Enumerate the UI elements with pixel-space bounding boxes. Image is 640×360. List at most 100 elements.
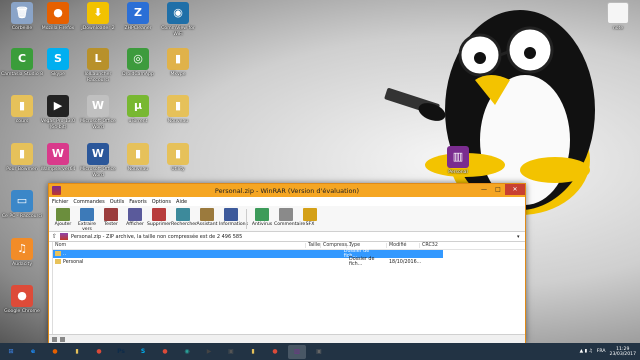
toolbar-button[interactable]: Afficher <box>123 208 147 227</box>
explorer-icon[interactable]: ▮ <box>68 345 86 359</box>
ie-icon[interactable]: e <box>24 345 42 359</box>
menu-item[interactable]: Commandes <box>73 199 104 205</box>
taskbar-glyph: ● <box>52 348 58 355</box>
camtasia-icon: C <box>11 48 33 70</box>
winrar-window[interactable]: Personal.zip - WinRAR (Version d'évaluat… <box>48 183 526 343</box>
toolbar-button[interactable]: Extraire vers <box>75 208 99 232</box>
view-icon <box>128 208 142 221</box>
cell-name-text: .. <box>63 252 67 257</box>
toolbar-button[interactable]: Informations <box>219 208 248 227</box>
minimize-icon[interactable]: — <box>477 184 491 195</box>
desktop-icon[interactable]: W Microsoft Office Word <box>76 143 120 179</box>
clock[interactable]: 11:29 23/03/2017 <box>610 347 636 357</box>
desktop-icon[interactable]: Z ZHPCleaner <box>116 2 160 32</box>
toolbar-button[interactable]: Assistant <box>195 208 219 227</box>
table-row[interactable]: Personal Dossier de fich... 18/10/2016... <box>53 257 525 267</box>
desktop-icon[interactable]: ⬇ JDownloader 2 <box>76 2 120 32</box>
desktop-icon[interactable]: ▮ Mkvpe <box>156 48 200 78</box>
chrome-icon[interactable]: ● <box>266 345 284 359</box>
app-icon[interactable]: ▣ <box>310 345 328 359</box>
winrar-icon[interactable]: ▥ <box>288 344 306 359</box>
menu-item[interactable]: Aide <box>176 199 187 205</box>
toolbar-button[interactable]: Supprimer <box>147 208 171 227</box>
toolbar-button[interactable]: Tester <box>99 208 123 227</box>
desktop-icon[interactable]: ▭ Ce PC - Raccourci <box>0 190 44 220</box>
menu-item[interactable]: Fichier <box>52 199 68 205</box>
chrome-icon[interactable]: ● <box>90 345 108 359</box>
app-icon[interactable]: ◉ <box>178 345 196 359</box>
skype-icon[interactable]: S <box>134 345 152 359</box>
clock-date: 23/03/2017 <box>609 351 636 357</box>
close-icon[interactable]: ✕ <box>505 184 525 195</box>
firefox-icon: ● <box>47 2 69 24</box>
media-icon[interactable]: ▶ <box>200 345 218 359</box>
menu-item[interactable]: Favoris <box>129 199 147 205</box>
taskbar-glyph: Ps <box>117 348 125 355</box>
folder-icon: ▮ <box>11 143 33 165</box>
audacity-icon: ♫ <box>11 238 33 260</box>
utorrent-icon: µ <box>127 95 149 117</box>
column-header-size[interactable]: Taille <box>306 243 321 248</box>
desktop-icon[interactable]: ▶ Vegas Pro 13.0 (64-bit) <box>36 95 80 131</box>
chrome-icon: ● <box>11 285 33 307</box>
vegas-icon: ▶ <box>47 95 69 117</box>
desktop-icon[interactable]: µ uTorrent <box>116 95 160 125</box>
desktop-icon[interactable]: ▮ Nouveau <box>116 143 160 173</box>
wampserver-icon: W <box>47 143 69 165</box>
desktop-icon[interactable]: S Skype <box>36 48 80 78</box>
chrome-icon[interactable]: ● <box>156 345 174 359</box>
firefox-icon[interactable]: ● <box>46 345 64 359</box>
desktop-icon[interactable]: ▮ Utility <box>156 143 200 173</box>
comment-icon <box>279 208 293 221</box>
taskbar: ⊞ e ● ▮ ● Ps S ● ◉ ▶ ▣ ▮ ● ▥ ▣ ▲ ▮ ♫ FRA 11:29 23/03/2… <box>0 343 640 360</box>
start-icon[interactable]: ⊞ <box>2 345 20 359</box>
desktop-icon[interactable]: ◉ CommView for WiFi <box>156 2 200 38</box>
lol-launcher-icon: L <box>87 48 109 70</box>
desktop-icon[interactable]: ▥ Personal <box>436 146 480 176</box>
window-titlebar[interactable]: Personal.zip - WinRAR (Version d'évaluat… <box>49 184 525 197</box>
column-header-type[interactable]: Type <box>347 243 387 248</box>
toolbar-button[interactable]: Ajouter <box>51 208 75 227</box>
droidcam-icon: ◎ <box>127 48 149 70</box>
photoshop-icon[interactable]: Ps <box>112 345 130 359</box>
add-icon <box>56 208 70 221</box>
taskbar-glyph: ◉ <box>184 348 190 355</box>
desktop-icon[interactable]: ● Mozilla Firefox <box>36 2 80 32</box>
find-icon <box>176 208 190 221</box>
this-pc-icon: ▭ <box>11 190 33 212</box>
column-header-compressed[interactable]: Compress... <box>321 243 351 248</box>
menu-item[interactable]: Outils <box>110 199 124 205</box>
toolbar-button[interactable]: Rechercher <box>171 208 197 227</box>
desktop-icon[interactable]: LlolLauncher Raccourci <box>76 48 120 84</box>
commview-icon: ◉ <box>167 2 189 24</box>
up-folder-icon[interactable]: ⇧ <box>52 233 60 240</box>
desktop-icon-label: Nouveau <box>127 167 149 172</box>
jdownloader-icon: ⬇ <box>87 2 109 24</box>
desktop-icon[interactable]: note <box>596 2 640 32</box>
desktop-icon[interactable]: ● Google Chrome <box>0 285 44 315</box>
taskbar-glyph: ▶ <box>206 348 212 355</box>
desktop-icon[interactable]: ♫ Audacity <box>0 238 44 268</box>
cell-name: Personal <box>53 259 306 265</box>
folder-icon: ▮ <box>167 143 189 165</box>
desktop-icon[interactable]: W Microsoft Office Word <box>76 95 120 131</box>
toolbar-button[interactable]: Commentaire <box>274 208 305 227</box>
desktop-icon-label: JDownloader 2 <box>81 26 115 31</box>
toolbar-button[interactable]: Antivirus <box>250 208 274 227</box>
column-header-name[interactable]: Nom <box>53 243 306 248</box>
folder-icon[interactable]: ▮ <box>244 345 262 359</box>
taskbar-glyph: ● <box>96 348 102 355</box>
path-bar[interactable]: ⇧ Personal.zip - ZIP archive, la taille … <box>49 232 525 242</box>
maximize-icon[interactable]: □ <box>491 184 505 195</box>
menu-item[interactable]: Options <box>152 199 171 205</box>
app-icon[interactable]: ▣ <box>222 345 240 359</box>
input-language[interactable]: FRA <box>597 349 606 354</box>
column-header-modified[interactable]: Modifié <box>387 243 420 248</box>
desktop-icon[interactable]: W Wampserver64 <box>36 143 80 173</box>
toolbar-button[interactable]: SFX <box>298 208 322 227</box>
desktop-icon[interactable]: ▮ Nouveau <box>156 95 200 125</box>
tray-icons[interactable]: ▲ ▮ ♫ <box>580 349 593 354</box>
desktop-icon[interactable]: ◎ DroidCamApp <box>116 48 160 78</box>
column-header-crc[interactable]: CRC32 <box>420 243 450 248</box>
chevron-down-icon[interactable]: ▾ <box>517 234 525 240</box>
